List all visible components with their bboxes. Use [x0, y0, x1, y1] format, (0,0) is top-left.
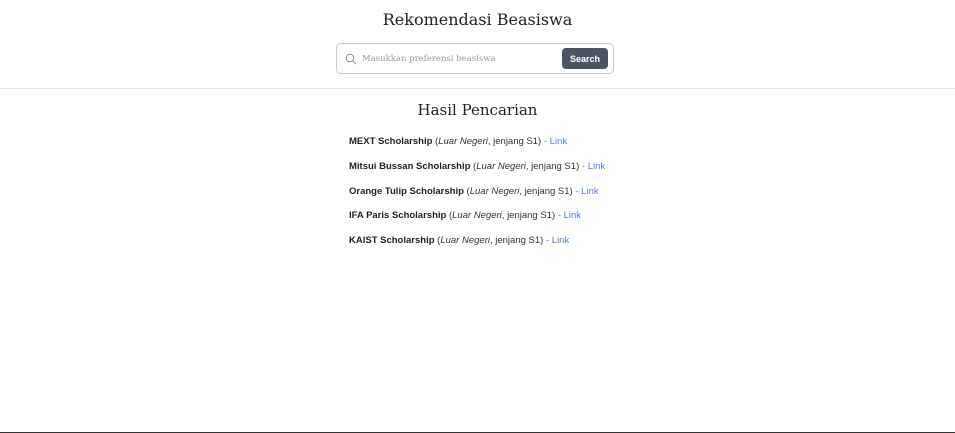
- scholarship-link[interactable]: Link: [564, 210, 581, 221]
- scholarship-name: MEXT Scholarship: [349, 136, 433, 147]
- link-separator: -: [581, 160, 586, 172]
- search-icon: [345, 53, 357, 65]
- scholarship-name: Mitsui Bussan Scholarship: [349, 160, 471, 172]
- scholarship-link[interactable]: Link: [581, 186, 598, 197]
- scholarship-link[interactable]: Link: [550, 136, 567, 147]
- results-title: Hasil Pencarian: [417, 101, 538, 119]
- scholarship-link[interactable]: Link: [552, 235, 569, 246]
- scholarship-link[interactable]: Link: [588, 161, 605, 172]
- list-item: MEXT Scholarship (Luar Negeri, jenjang S…: [349, 136, 568, 147]
- scholarship-name: Orange Tulip Scholarship: [349, 185, 464, 197]
- search-bar: Search: [336, 43, 614, 74]
- link-separator: -: [545, 235, 550, 246]
- page-header: Rekomendasi Beasiswa Search: [0, 0, 955, 89]
- search-input[interactable]: [362, 49, 557, 69]
- scholarship-location: Luar Negeri: [452, 210, 502, 222]
- list-item: Mitsui Bussan Scholarship (Luar Negeri, …: [349, 160, 606, 172]
- scholarship-location: Luar Negeri: [438, 136, 488, 147]
- list-item: KAIST Scholarship (Luar Negeri, jenjang …: [349, 235, 570, 246]
- list-item: IFA Paris Scholarship (Luar Negeri, jenj…: [349, 210, 582, 222]
- scholarship-location: Luar Negeri: [476, 160, 526, 172]
- page-title: Rekomendasi Beasiswa: [382, 10, 573, 29]
- scholarship-location: Luar Negeri: [440, 235, 490, 246]
- search-button[interactable]: Search: [562, 48, 608, 69]
- results-list: MEXT Scholarship (Luar Negeri, jenjang S…: [349, 135, 605, 259]
- scholarship-level: jenjang S1: [507, 210, 552, 222]
- scholarship-level: jenjang S1: [495, 235, 541, 246]
- scholarship-level: jenjang S1: [493, 136, 539, 147]
- scholarship-location: Luar Negeri: [469, 185, 520, 197]
- link-separator: -: [575, 185, 579, 197]
- scholarship-name: KAIST Scholarship: [349, 235, 435, 246]
- list-item: Orange Tulip Scholarship (Luar Negeri, j…: [349, 185, 599, 197]
- link-separator: -: [543, 136, 548, 147]
- scholarship-level: jenjang S1: [531, 160, 577, 172]
- scholarship-level: jenjang S1: [524, 185, 570, 197]
- link-separator: -: [557, 210, 561, 222]
- scholarship-name: IFA Paris Scholarship: [349, 210, 447, 222]
